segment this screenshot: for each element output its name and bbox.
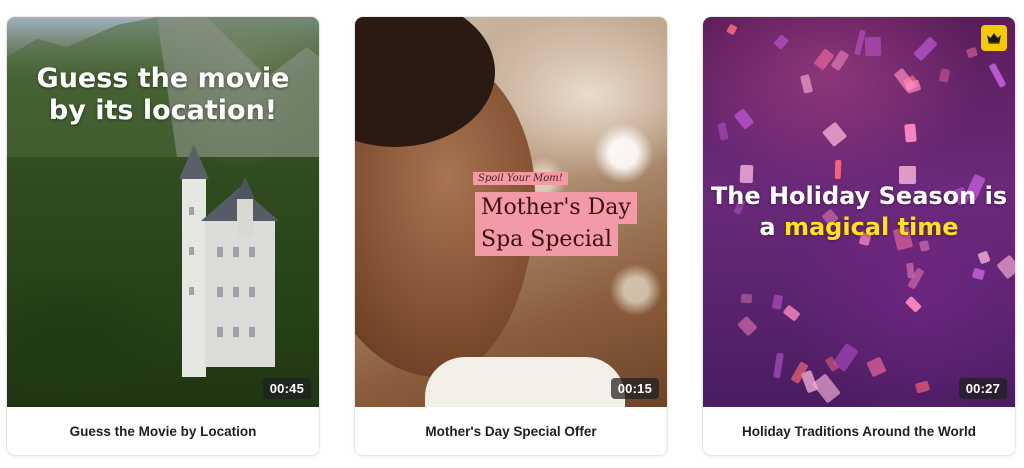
confetti-piece <box>864 36 882 57</box>
template-card-movie-location[interactable]: Guess the movie by its location! 00:45 G… <box>7 17 319 455</box>
castle-image <box>179 145 279 377</box>
confetti-piece <box>771 294 784 311</box>
template-title[interactable]: Guess the Movie by Location <box>7 407 319 455</box>
confetti-piece <box>733 107 754 130</box>
confetti-piece <box>988 62 1007 88</box>
template-title[interactable]: Holiday Traditions Around the World <box>703 407 1015 455</box>
crown-icon <box>987 33 1001 44</box>
confetti-piece <box>782 304 801 323</box>
confetti-piece <box>903 123 917 143</box>
template-thumbnail[interactable]: Spoil Your Mom! Mother's Day Spa Special… <box>355 17 667 407</box>
template-grid: Guess the movie by its location! 00:45 G… <box>0 0 1024 468</box>
duration-badge: 00:45 <box>262 378 311 399</box>
confetti-piece <box>866 356 887 378</box>
confetti-piece <box>971 267 985 281</box>
confetti-piece <box>811 374 841 404</box>
template-card-holiday[interactable]: The Holiday Season is a magical time 00:… <box>703 17 1015 455</box>
confetti-piece <box>831 49 850 71</box>
headline-highlight: magical time <box>783 213 959 241</box>
premium-badge[interactable] <box>981 25 1007 51</box>
confetti-piece <box>914 380 930 395</box>
duration-badge: 00:15 <box>610 378 659 399</box>
confetti-piece <box>773 34 790 51</box>
template-card-mothers-day[interactable]: Spoil Your Mom! Mother's Day Spa Special… <box>355 17 667 455</box>
confetti-piece <box>938 68 951 83</box>
promo-tagline: Spoil Your Mom! <box>473 172 568 185</box>
confetti-piece <box>813 48 836 71</box>
confetti-piece <box>834 160 842 180</box>
confetti-piece <box>725 23 738 36</box>
thumbnail-headline: The Holiday Season is a magical time <box>703 181 1015 243</box>
confetti-piece <box>977 250 991 265</box>
confetti-piece <box>912 36 938 62</box>
confetti-piece <box>822 121 847 147</box>
template-thumbnail[interactable]: The Holiday Season is a magical time 00:… <box>703 17 1015 407</box>
duration-badge: 00:27 <box>958 378 1007 399</box>
thumbnail-headline: Guess the movie by its location! <box>36 63 290 126</box>
confetti-piece <box>740 293 753 303</box>
confetti-piece <box>966 47 979 60</box>
confetti-piece <box>904 79 922 94</box>
confetti-piece <box>904 296 922 314</box>
confetti-piece <box>772 352 784 379</box>
template-title[interactable]: Mother's Day Special Offer <box>355 407 667 455</box>
towel-image <box>425 357 625 407</box>
template-thumbnail[interactable]: Guess the movie by its location! 00:45 <box>7 17 319 407</box>
confetti-piece <box>736 316 758 338</box>
promo-headline: Mother's Day Spa Special <box>475 192 653 256</box>
promo-headline-line2: Spa Special <box>475 224 618 256</box>
confetti-piece <box>996 255 1015 280</box>
promo-headline-line1: Mother's Day <box>475 192 637 224</box>
confetti-piece <box>800 74 813 95</box>
confetti-piece <box>716 122 729 141</box>
